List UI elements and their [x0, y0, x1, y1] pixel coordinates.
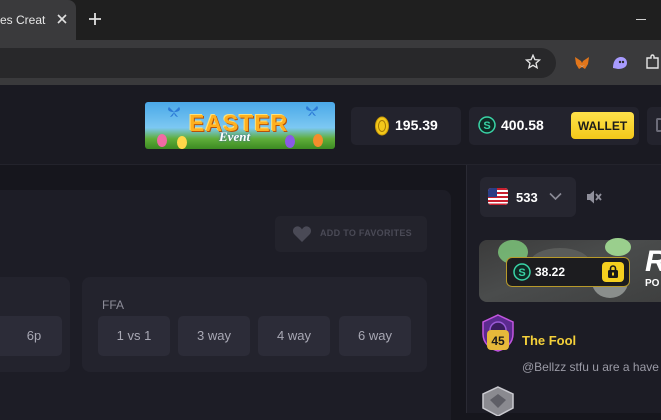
user-level-value: 45 [491, 334, 505, 348]
browser-tab[interactable]: es Creat [0, 0, 76, 40]
minimize-window-icon[interactable] [636, 19, 646, 20]
close-tab-icon[interactable] [55, 12, 69, 26]
easter-egg-icon [177, 136, 187, 149]
tab-title: es Creat [0, 13, 46, 27]
svg-text:S: S [518, 267, 525, 279]
add-to-favorites-label: ADD TO FAVORITES [320, 228, 412, 238]
wallet-button-label: WALLET [577, 119, 628, 133]
rain-amount-value: 38.22 [535, 265, 566, 279]
ffa-option-label: 6 way [358, 328, 392, 343]
butterfly-icon [168, 107, 180, 117]
ghost-extension-icon[interactable] [611, 54, 629, 72]
bookmark-star-icon[interactable] [525, 54, 541, 70]
wallet-balance-value: 400.58 [501, 117, 544, 133]
user-avatar-badge-icon[interactable] [480, 386, 516, 416]
browser-tab-bar: es Creat [0, 0, 661, 40]
wallet-button[interactable]: WALLET [571, 112, 634, 139]
easter-egg-icon [313, 134, 323, 147]
player-count-6p-button[interactable]: 6p [0, 316, 62, 356]
ffa-option-6way-button[interactable]: 6 way [339, 316, 411, 356]
user-level-badge: 45 [487, 330, 509, 350]
rain-subtitle: PO [645, 278, 660, 289]
online-count: 533 [516, 190, 538, 205]
join-rain-icon [608, 265, 618, 278]
butterfly-icon [306, 106, 318, 116]
chat-message-text: @Bellzz stfu u are a have [522, 360, 659, 374]
speaker-muted-icon[interactable] [585, 188, 603, 206]
us-flag-icon [488, 188, 508, 205]
rain-join-button[interactable] [602, 262, 624, 282]
easter-event-banner[interactable]: EASTER Event [145, 102, 335, 149]
ffa-option-1v1-button[interactable]: 1 vs 1 [98, 316, 170, 356]
gold-balance-value: 195.39 [395, 117, 438, 133]
ffa-title: FFA [102, 298, 125, 312]
easter-egg-icon [157, 134, 167, 147]
svg-text:S: S [483, 120, 490, 132]
user-menu-icon [656, 118, 661, 132]
s-coin-icon: S [513, 263, 531, 281]
easter-banner-subtitle: Event [219, 129, 251, 144]
ffa-option-3way-button[interactable]: 3 way [178, 316, 250, 356]
ffa-option-label: 1 vs 1 [116, 328, 152, 343]
ffa-option-4way-button[interactable]: 4 way [258, 316, 330, 356]
s-coin-icon: S [478, 116, 496, 134]
chevron-down-icon [549, 192, 562, 201]
address-bar[interactable] [0, 48, 556, 78]
gold-egg-coin-icon [375, 116, 389, 136]
rain-title: R [645, 247, 661, 277]
metamask-extension-icon[interactable] [573, 54, 591, 72]
new-tab-icon[interactable] [88, 12, 102, 26]
rain-decoration [605, 238, 631, 256]
heart-icon [292, 226, 312, 242]
ffa-option-label: 3 way [197, 328, 231, 343]
extensions-puzzle-icon[interactable] [645, 54, 661, 70]
chat-username[interactable]: The Fool [522, 333, 576, 348]
ffa-option-label: 4 way [277, 328, 311, 343]
player-count-6p-label: 6p [26, 328, 42, 343]
